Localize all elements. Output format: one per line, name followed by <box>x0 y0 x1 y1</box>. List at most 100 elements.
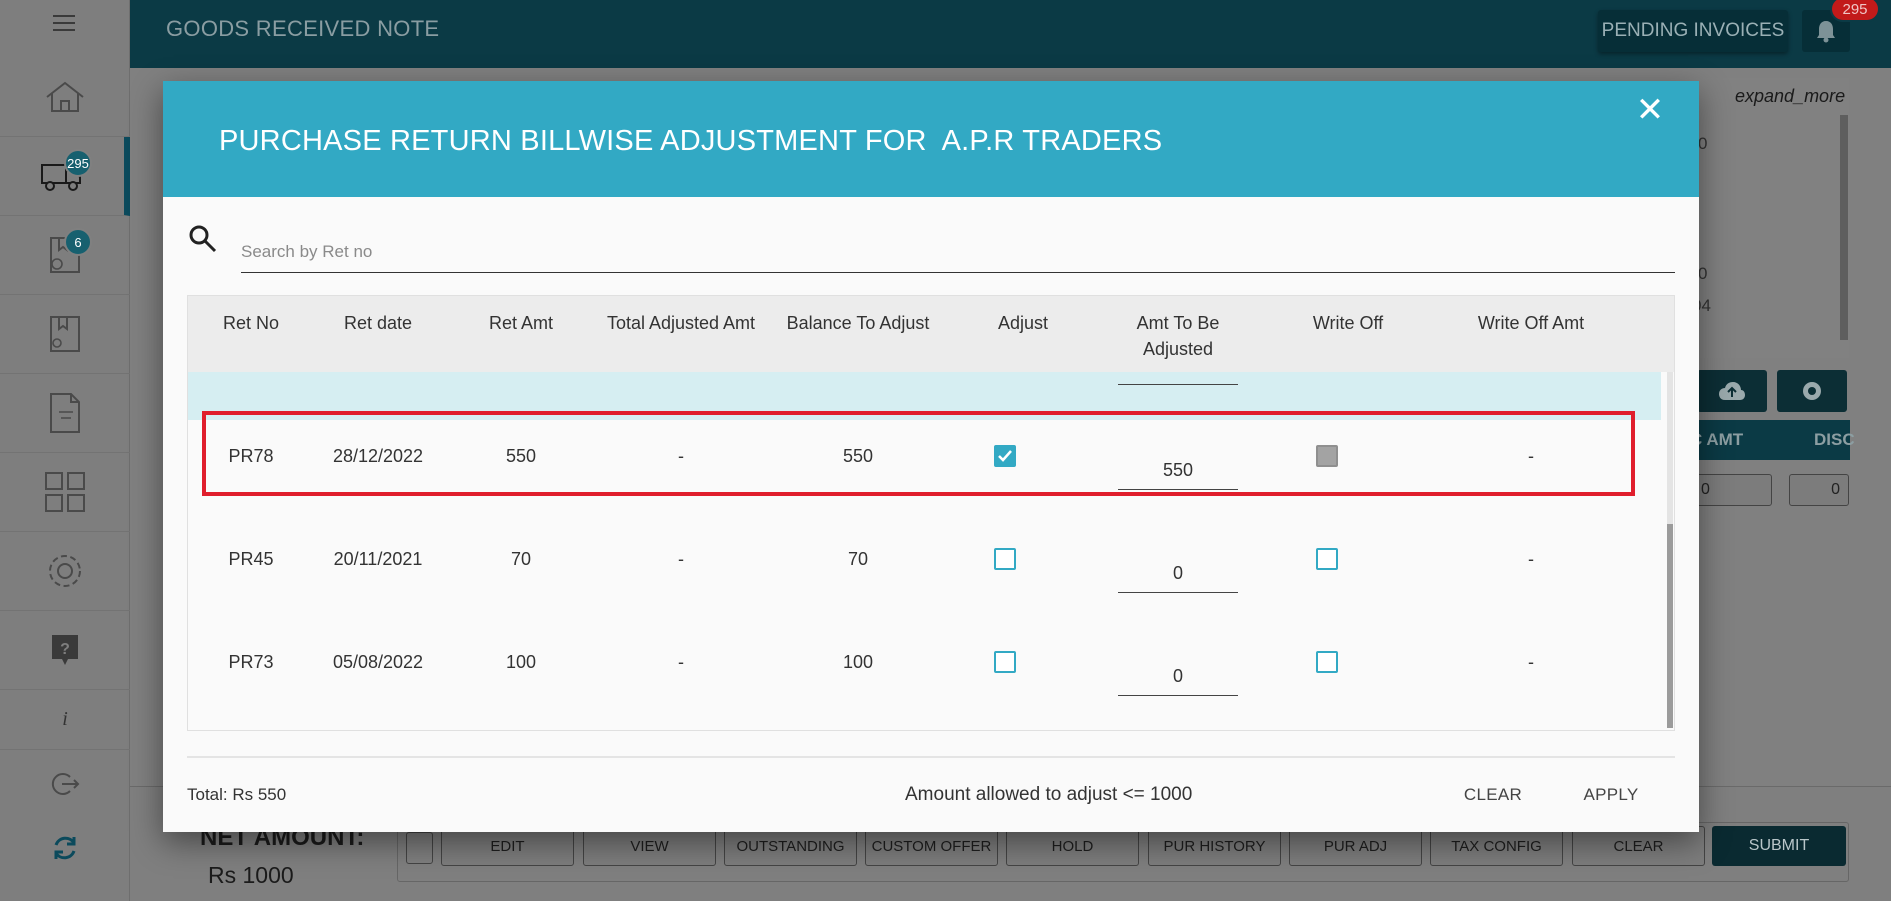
background-input[interactable]: 0 <box>1789 474 1849 506</box>
adjust-checkbox[interactable] <box>994 548 1016 570</box>
allowed-amount-note: Amount allowed to adjust <= 1000 <box>905 784 1193 805</box>
gear-icon <box>49 555 81 587</box>
table-header: Ret No Ret date Ret Amt Total Adjusted A… <box>188 296 1674 372</box>
search-input[interactable] <box>241 213 1675 273</box>
column-header: DISC <box>1814 430 1855 449</box>
svg-text:?: ? <box>60 641 70 658</box>
sidebar-item-invoice[interactable] <box>0 374 130 453</box>
custom-offer-button[interactable]: CUSTOM OFFER <box>865 826 998 866</box>
ret-no: PR73 <box>228 652 274 672</box>
ret-date: 28/12/2022 <box>332 446 424 466</box>
returns-table: Ret No Ret date Ret Amt Total Adjusted A… <box>187 295 1675 731</box>
dialog-title: PURCHASE RETURN BILLWISE ADJUSTMENT FOR … <box>219 125 1163 157</box>
sidebar-item-location[interactable] <box>0 295 130 374</box>
outstanding-button[interactable]: OUTSTANDING <box>724 826 857 866</box>
clear-button[interactable]: CLEAR <box>1572 826 1705 866</box>
gear-icon <box>1803 382 1821 400</box>
ret-amt: 70 <box>510 549 532 569</box>
total-adjusted-amt: - <box>678 652 684 672</box>
edit-button[interactable]: EDIT <box>441 826 574 866</box>
table-row[interactable]: PR73 05/08/2022 100 - 100 0 - <box>188 626 1661 729</box>
sidebar-item-grn[interactable]: 295 <box>0 137 130 216</box>
ret-amt: 100 <box>505 652 537 672</box>
invoice-icon <box>50 393 80 433</box>
write-off-checkbox[interactable] <box>1316 548 1338 570</box>
sidebar-item-info[interactable]: i <box>0 690 130 750</box>
column-header: Ret No <box>222 313 280 333</box>
sidebar-item-help[interactable]: ? <box>0 611 130 690</box>
partial-row-field <box>1118 384 1238 385</box>
bell-icon <box>1817 21 1835 43</box>
upload-button[interactable] <box>1697 370 1767 412</box>
tax-config-button[interactable]: TAX CONFIG <box>1430 826 1563 866</box>
background-input[interactable]: 0 <box>1692 474 1772 506</box>
sidebar-item-logout[interactable] <box>0 750 130 818</box>
table-row[interactable]: PR78 28/12/2022 550 - 550 550 - <box>188 420 1661 523</box>
balance-to-adjust: 100 <box>842 652 874 672</box>
table-row[interactable]: PR45 20/11/2021 70 - 70 0 - <box>188 523 1661 626</box>
ret-no: PR45 <box>228 549 274 569</box>
page-title: GOODS RECEIVED NOTE <box>166 16 440 41</box>
amt-to-adjust-input[interactable]: 550 <box>1118 450 1238 490</box>
sync-icon <box>54 836 76 860</box>
column-header: Balance To Adjust <box>786 313 930 333</box>
settings-button[interactable] <box>1777 370 1847 412</box>
amt-to-adjust-input[interactable]: 0 <box>1118 656 1238 696</box>
help-icon: ? <box>52 635 78 665</box>
select-all-checkbox[interactable] <box>406 832 433 864</box>
total-adjusted-amt: - <box>678 446 684 466</box>
sidebar-item-orders[interactable]: 6 <box>0 216 130 295</box>
background-scrollbar[interactable] <box>1840 115 1848 340</box>
home-icon <box>46 81 84 112</box>
adjust-checkbox[interactable] <box>994 651 1016 673</box>
column-header: Adjust <box>997 313 1049 333</box>
table-scrollbar-thumb[interactable] <box>1667 524 1673 728</box>
pur-history-button[interactable]: PUR HISTORY <box>1148 826 1281 866</box>
grn-badge: 295 <box>64 149 92 177</box>
sidebar-item-sync[interactable] <box>0 818 130 878</box>
pending-invoices-button[interactable]: PENDING INVOICES <box>1598 10 1788 52</box>
amt-to-adjust-input[interactable]: 0 <box>1118 553 1238 593</box>
orders-badge: 6 <box>64 228 92 256</box>
dialog-header: PURCHASE RETURN BILLWISE ADJUSTMENT FOR … <box>163 81 1699 197</box>
apply-button[interactable]: APPLY <box>1561 777 1661 813</box>
info-icon: i <box>62 708 68 730</box>
balance-to-adjust: 70 <box>847 549 869 569</box>
balance-to-adjust: 550 <box>842 446 874 466</box>
view-button[interactable]: VIEW <box>583 826 716 866</box>
sidebar-item-home[interactable] <box>0 58 130 137</box>
cloud-upload-icon <box>1719 382 1745 400</box>
column-header: Total Adjusted Amt <box>606 313 756 333</box>
column-header: Write Off Amt <box>1477 313 1585 333</box>
write-off-checkbox[interactable] <box>1316 651 1338 673</box>
partial-row <box>188 372 1661 420</box>
write-off-amt: - <box>1528 549 1534 569</box>
submit-button[interactable]: SUBMIT <box>1712 826 1846 866</box>
ret-date: 05/08/2022 <box>332 652 424 672</box>
search-icon <box>189 225 217 253</box>
sidebar-item-dashboard[interactable] <box>0 453 130 532</box>
billwise-adjustment-dialog: PURCHASE RETURN BILLWISE ADJUSTMENT FOR … <box>163 81 1699 832</box>
background-table-header: C AMT DISC <box>1690 420 1855 460</box>
pur-adj-button[interactable]: PUR ADJ <box>1289 826 1422 866</box>
write-off-amt: - <box>1528 446 1534 466</box>
column-header: Amt To Be Adjusted <box>1136 313 1220 359</box>
hold-button[interactable]: HOLD <box>1006 826 1139 866</box>
total-adjusted-amt: - <box>678 549 684 569</box>
column-header: Ret Amt <box>488 313 554 333</box>
footer-divider <box>187 756 1675 758</box>
write-off-amt: - <box>1528 652 1534 672</box>
logout-icon <box>51 773 80 795</box>
ret-amt: 550 <box>505 446 537 466</box>
column-header: Write Off <box>1312 313 1384 333</box>
dialog-clear-button[interactable]: CLEAR <box>1443 777 1543 813</box>
sidebar-item-settings[interactable] <box>0 532 130 611</box>
sidebar-menu[interactable] <box>0 0 130 45</box>
expand-more-icon[interactable]: expand_more <box>1735 86 1845 107</box>
notification-count-badge: 295 <box>1830 0 1880 22</box>
close-icon[interactable]: ✕ <box>1633 93 1667 127</box>
grid-icon <box>45 472 85 512</box>
ret-date: 20/11/2021 <box>333 549 423 569</box>
adjust-checkbox[interactable] <box>994 445 1016 467</box>
background-value: 0 <box>1698 264 1708 283</box>
